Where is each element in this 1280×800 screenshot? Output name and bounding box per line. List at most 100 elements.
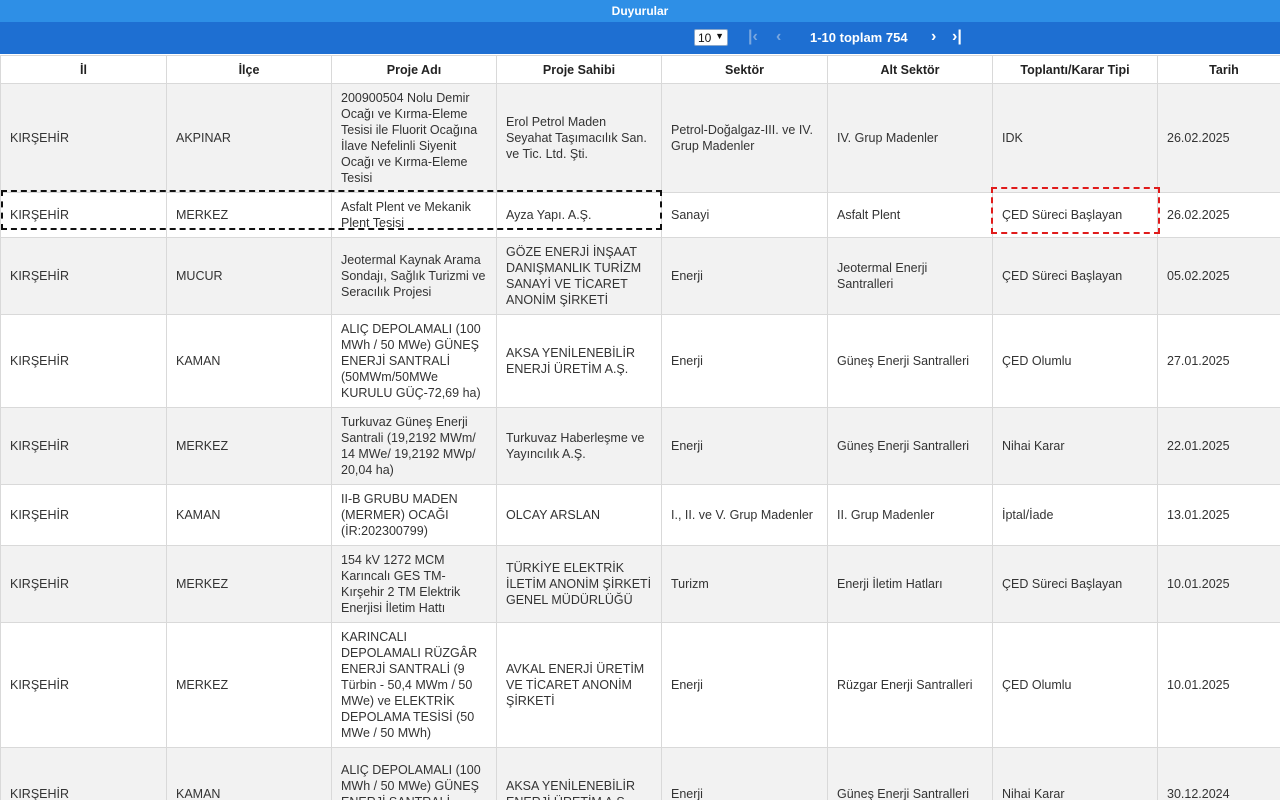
column-header-tarih[interactable]: Tarih [1157,55,1280,84]
cell-alt-sektor: Asfalt Plent [827,192,993,238]
cell-il: KIRŞEHİR [0,545,167,623]
cell-alt-sektor: Güneş Enerji Santralleri [827,407,993,485]
table-row[interactable]: KIRŞEHİR KAMAN ALIÇ DEPOLAMALI (100 MWh … [0,747,1280,800]
cell-karar-tipi: ÇED Olumlu [992,622,1158,748]
cell-tarih: 22.01.2025 [1157,407,1280,485]
cell-proje-sahibi: Erol Petrol Maden Seyahat Taşımacılık Sa… [496,83,662,193]
cell-karar-tipi: ÇED Süreci Başlayan [992,237,1158,315]
cell-sektor: I., II. ve V. Grup Madenler [661,484,828,546]
cell-ilce: MUCUR [166,237,332,315]
next-page-icon[interactable]: › [931,27,936,47]
table-row[interactable]: KIRŞEHİR AKPINAR 200900504 Nolu Demir Oc… [0,83,1280,193]
table-row[interactable]: KIRŞEHİR KAMAN ALIÇ DEPOLAMALI (100 MWh … [0,314,1280,408]
cell-proje-sahibi: TÜRKİYE ELEKTRİK İLETİM ANONİM ŞİRKETİ G… [496,545,662,623]
cell-karar-tipi: Nihai Karar [992,747,1158,800]
first-page-icon[interactable]: |‹ [748,27,758,47]
cell-il: KIRŞEHİR [0,83,167,193]
cell-alt-sektor: Enerji İletim Hatları [827,545,993,623]
cell-proje-adi: 200900504 Nolu Demir Ocağı ve Kırma-Elem… [331,83,497,193]
cell-alt-sektor: Güneş Enerji Santralleri [827,314,993,408]
cell-proje-sahibi: AVKAL ENERJİ ÜRETİM VE TİCARET ANONİM Şİ… [496,622,662,748]
cell-proje-adi: KARINCALI DEPOLAMALI RÜZGÂR ENERJİ SANTR… [331,622,497,748]
column-header-ilce[interactable]: İlçe [166,55,332,84]
cell-proje-adi: ALIÇ DEPOLAMALI (100 MWh / 50 MWe) GÜNEŞ… [331,314,497,408]
announcements-table: İl İlçe Proje Adı Proje Sahibi Sektör Al… [0,55,1280,800]
column-header-il[interactable]: İl [0,55,167,84]
cell-ilce: KAMAN [166,484,332,546]
last-page-icon[interactable]: ›| [952,27,962,47]
column-header-sektor[interactable]: Sektör [661,55,828,84]
cell-ilce: AKPINAR [166,83,332,193]
cell-tarih: 05.02.2025 [1157,237,1280,315]
cell-karar-tipi: İptal/İade [992,484,1158,546]
cell-sektor: Petrol-Doğalgaz-III. ve IV. Grup Madenle… [661,83,828,193]
cell-tarih: 13.01.2025 [1157,484,1280,546]
cell-tarih: 26.02.2025 [1157,83,1280,193]
table-row[interactable]: KIRŞEHİR MUCUR Jeotermal Kaynak Arama So… [0,237,1280,315]
cell-il: KIRŞEHİR [0,237,167,315]
cell-sektor: Sanayi [661,192,828,238]
cell-proje-adi: Turkuvaz Güneş Enerji Santrali (19,2192 … [331,407,497,485]
cell-sektor: Enerji [661,622,828,748]
table-row[interactable]: KIRŞEHİR MERKEZ KARINCALI DEPOLAMALI RÜZ… [0,622,1280,748]
cell-proje-adi: Jeotermal Kaynak Arama Sondajı, Sağlık T… [331,237,497,315]
cell-proje-adi: Asfalt Plent ve Mekanik Plent Tesisi [331,192,497,238]
table-row[interactable]: KIRŞEHİR MERKEZ Asfalt Plent ve Mekanik … [0,192,1280,238]
cell-karar-tipi: ÇED Süreci Başlayan [992,545,1158,623]
cell-sektor: Enerji [661,747,828,800]
column-header-proje-sahibi[interactable]: Proje Sahibi [496,55,662,84]
cell-alt-sektor: II. Grup Madenler [827,484,993,546]
cell-ilce: MERKEZ [166,407,332,485]
table-row[interactable]: KIRŞEHİR KAMAN II-B GRUBU MADEN (MERMER)… [0,484,1280,546]
cell-karar-tipi: Nihai Karar [992,407,1158,485]
cell-sektor: Enerji [661,407,828,485]
cell-karar-tipi: ÇED Süreci Başlayan [992,192,1158,238]
cell-ilce: KAMAN [166,314,332,408]
cell-karar-tipi: IDK [992,83,1158,193]
page-header: Duyurular [0,0,1280,22]
cell-il: KIRŞEHİR [0,407,167,485]
column-header-proje-adi[interactable]: Proje Adı [331,55,497,84]
cell-sektor: Enerji [661,314,828,408]
column-header-alt-sektor[interactable]: Alt Sektör [827,55,993,84]
column-header-karar-tipi[interactable]: Toplantı/Karar Tipi [992,55,1158,84]
cell-alt-sektor: IV. Grup Madenler [827,83,993,193]
cell-ilce: MERKEZ [166,192,332,238]
cell-proje-sahibi: OLCAY ARSLAN [496,484,662,546]
cell-proje-adi: ALIÇ DEPOLAMALI (100 MWh / 50 MWe) GÜNEŞ… [331,747,497,800]
table-header-row: İl İlçe Proje Adı Proje Sahibi Sektör Al… [0,55,1280,84]
cell-il: KIRŞEHİR [0,622,167,748]
cell-proje-adi: II-B GRUBU MADEN (MERMER) OCAĞI (İR:2023… [331,484,497,546]
page-title: Duyurular [611,4,669,18]
page-size-select[interactable]: 10 ▼ [694,29,728,46]
cell-il: KIRŞEHİR [0,747,167,800]
cell-tarih: 30.12.2024 [1157,747,1280,800]
cell-alt-sektor: Jeotermal Enerji Santralleri [827,237,993,315]
table-row[interactable]: KIRŞEHİR MERKEZ Turkuvaz Güneş Enerji Sa… [0,407,1280,485]
cell-proje-sahibi: Ayza Yapı. A.Ş. [496,192,662,238]
chevron-down-icon: ▼ [715,31,724,41]
cell-alt-sektor: Güneş Enerji Santralleri [827,747,993,800]
table-row[interactable]: KIRŞEHİR MERKEZ 154 kV 1272 MCM Karıncal… [0,545,1280,623]
cell-tarih: 10.01.2025 [1157,622,1280,748]
cell-tarih: 27.01.2025 [1157,314,1280,408]
cell-karar-tipi: ÇED Olumlu [992,314,1158,408]
pagination-info: 1-10 toplam 754 [810,30,908,45]
cell-ilce: KAMAN [166,747,332,800]
cell-sektor: Turizm [661,545,828,623]
cell-il: KIRŞEHİR [0,192,167,238]
prev-page-icon[interactable]: ‹ [776,27,781,47]
cell-il: KIRŞEHİR [0,314,167,408]
pagination-bar: 10 ▼ |‹ ‹ 1-10 toplam 754 › ›| [0,22,1280,54]
cell-tarih: 10.01.2025 [1157,545,1280,623]
cell-proje-sahibi: AKSA YENİLENEBİLİR ENERJİ ÜRETİM A.Ş. [496,314,662,408]
cell-il: KIRŞEHİR [0,484,167,546]
cell-sektor: Enerji [661,237,828,315]
announcements-table-container[interactable]: İl İlçe Proje Adı Proje Sahibi Sektör Al… [0,55,1280,800]
page-size-value: 10 [698,30,712,45]
cell-proje-sahibi: GÖZE ENERJİ İNŞAAT DANIŞMANLIK TURİZM SA… [496,237,662,315]
cell-proje-sahibi: Turkuvaz Haberleşme ve Yayıncılık A.Ş. [496,407,662,485]
cell-proje-adi: 154 kV 1272 MCM Karıncalı GES TM-Kırşehi… [331,545,497,623]
cell-ilce: MERKEZ [166,545,332,623]
cell-ilce: MERKEZ [166,622,332,748]
